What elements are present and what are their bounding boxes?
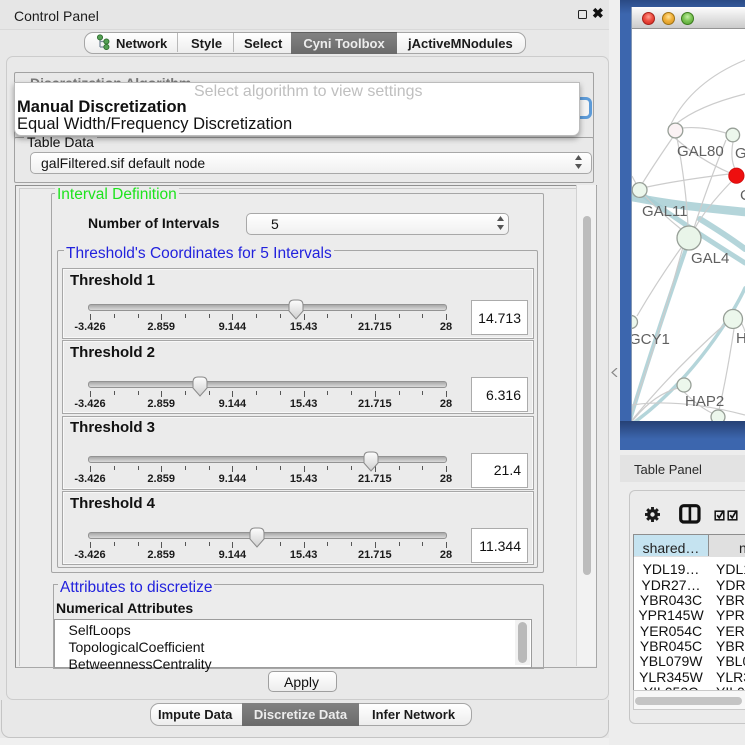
svg-text:HAP2: HAP2 (685, 393, 724, 410)
svg-text:C: C (740, 187, 745, 204)
svg-text:GAL11: GAL11 (642, 203, 688, 220)
svg-text:GA: GA (735, 145, 745, 162)
svg-text:H: H (736, 330, 745, 347)
svg-text:GAL80: GAL80 (677, 143, 724, 160)
svg-text:GAL4: GAL4 (691, 250, 729, 267)
svg-text:GCY1: GCY1 (632, 331, 670, 348)
